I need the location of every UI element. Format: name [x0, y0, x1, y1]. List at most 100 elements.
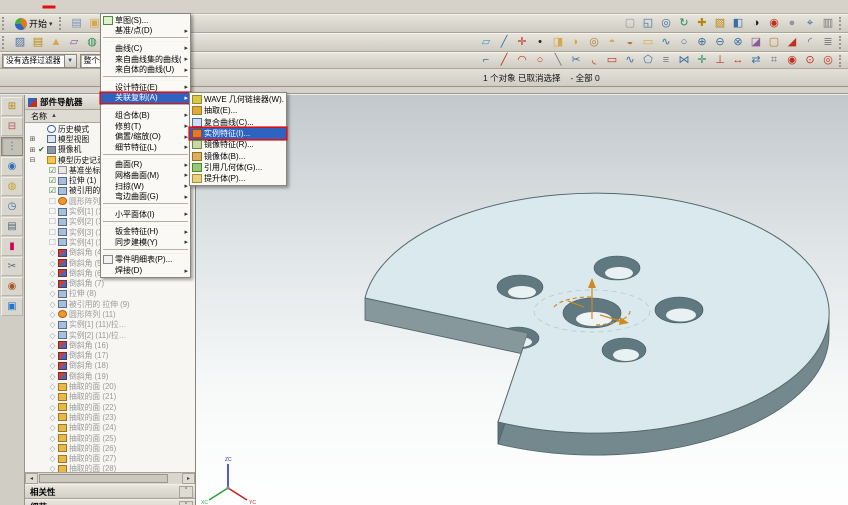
display-mode-icon[interactable]: ▢ [622, 17, 638, 31]
selection-filter-dropdown[interactable]: 没有选择过滤器 ▼ [2, 54, 77, 68]
suppress-checkbox[interactable]: ◇ [48, 361, 57, 370]
studio-spline-icon[interactable]: ∿ [622, 54, 638, 68]
suppress-checkbox[interactable]: ☐ [48, 228, 57, 237]
quick-trim-icon[interactable]: ✂ [568, 54, 584, 68]
insert-sketch[interactable]: 草图(S)... [101, 15, 190, 26]
insert-trim[interactable]: 修剪(T) [101, 121, 190, 132]
tree-row[interactable]: ◇ 倒斜角 (19) [25, 371, 195, 381]
circle-point-icon[interactable]: ⊙ [802, 54, 818, 68]
suppress-checkbox[interactable]: ☑ [48, 166, 57, 175]
mirror-feature[interactable]: 镜像特征(R)... [190, 139, 286, 150]
rectangle-icon[interactable]: ▭ [604, 54, 620, 68]
profile-icon[interactable]: ⌐ [478, 54, 494, 68]
show-constraints-icon[interactable]: ⌗ [766, 54, 782, 68]
offset-curve-icon[interactable]: ≡ [658, 54, 674, 68]
suppress-checkbox[interactable]: ◇ [48, 248, 57, 257]
insert-weld[interactable]: 焊接(D) [101, 265, 190, 276]
chevron-down-icon[interactable]: ▼ [64, 55, 76, 67]
thread-icon[interactable]: ≣ [820, 36, 836, 50]
insert-design-feature[interactable]: 设计特征(E) [101, 82, 190, 93]
face-analysis-icon[interactable]: ◉ [766, 17, 782, 31]
suppress-checkbox[interactable]: ◇ [48, 392, 57, 401]
scroll-left-icon[interactable]: ◂ [25, 473, 38, 484]
work-layer-icon[interactable]: ▥ [820, 17, 836, 31]
suppress-checkbox[interactable]: ◇ [48, 423, 57, 432]
suppress-checkbox[interactable]: ◇ [48, 372, 57, 381]
rotate-view-icon[interactable]: ↻ [676, 17, 692, 31]
extrude-icon[interactable]: ◨ [550, 36, 566, 50]
derived-line-icon[interactable]: ╲ [550, 54, 566, 68]
instance-feature[interactable]: 实例特征(I)... [190, 128, 286, 139]
suppress-checkbox[interactable]: ◇ [48, 269, 57, 278]
pan-view-icon[interactable]: ✚ [694, 17, 710, 31]
insert-curve-from-curves[interactable]: 来自曲线集的曲线(F) [101, 54, 190, 65]
history-icon[interactable]: ◷ [1, 197, 23, 216]
auto-constrain-icon[interactable]: ⇄ [748, 54, 764, 68]
disc-model[interactable]: ZC XC YC [196, 95, 848, 505]
insert-menu-item[interactable] [103, 154, 188, 159]
tree-row[interactable]: ◇ 抽取的面 (27) [25, 454, 195, 464]
subtract-icon[interactable]: ⊖ [712, 36, 728, 50]
datum-plane-icon[interactable]: ▱ [478, 36, 494, 50]
chevron-down-icon[interactable]: ˇ [179, 501, 193, 505]
reference-geometry[interactable]: 引用几何体(G)... [190, 162, 286, 173]
dimension-icon[interactable]: ↔ [730, 54, 746, 68]
tree-row[interactable]: ◇ 倒斜角 (16) [25, 340, 195, 350]
palette-icon[interactable]: ▮ [1, 237, 23, 256]
tree-row[interactable]: ◇ 倒斜角 (7) [25, 278, 195, 288]
tree-row[interactable]: ◇ 被引用的 拉伸 (9) [25, 299, 195, 309]
tree-row[interactable]: ◇ 抽取的面 (24) [25, 423, 195, 433]
suppress-checkbox[interactable]: ◇ [48, 289, 57, 298]
details-section[interactable]: 细节 ˇ [25, 499, 195, 505]
insert-detail-feature[interactable]: 细节特征(L) [101, 142, 190, 153]
suppress-checkbox[interactable]: ☐ [48, 217, 57, 226]
dependencies-section[interactable]: 相关性 ˇ [25, 484, 195, 499]
shell-icon[interactable]: ▢ [766, 36, 782, 50]
scene-icon[interactable]: ▣ [1, 297, 23, 316]
suppress-checkbox[interactable]: ☐ [48, 238, 57, 247]
tree-row[interactable]: ◇ 实例[1] (11)/拉… [25, 320, 195, 330]
insert-sweep[interactable]: 扫掠(W) [101, 181, 190, 192]
toolbar-grip[interactable] [839, 17, 846, 31]
intersection-point-icon[interactable]: ✛ [694, 54, 710, 68]
mirror-body[interactable]: 镜像体(B)... [190, 150, 286, 161]
line-icon[interactable]: ╱ [496, 54, 512, 68]
suppress-checkbox[interactable]: ✔ [37, 145, 46, 154]
toolbar-grip[interactable] [2, 17, 9, 31]
suppress-checkbox[interactable]: ◇ [48, 351, 57, 360]
suppress-checkbox[interactable]: ◇ [48, 279, 57, 288]
tree-row[interactable]: ◇ 拉伸 (8) [25, 289, 195, 299]
tree-row[interactable]: ◇ 抽取的面 (20) [25, 381, 195, 391]
roles-icon[interactable]: ◉ [1, 277, 23, 296]
expand-icon[interactable]: ⊟ [28, 156, 37, 164]
expand-icon[interactable]: ⊞ [28, 135, 37, 143]
constraint-navigator-icon[interactable]: ⊟ [1, 117, 23, 136]
hole-icon[interactable]: ◎ [586, 36, 602, 50]
insert-synchronous-modeling[interactable]: 同步建模(Y) [101, 237, 190, 248]
promote-body[interactable]: 提升体(P)... [190, 173, 286, 184]
tube-icon[interactable]: ○ [676, 36, 692, 50]
constraints-icon[interactable]: ⊥ [712, 54, 728, 68]
circle-icon[interactable]: ○ [532, 54, 548, 68]
suppress-checkbox[interactable]: ◇ [48, 403, 57, 412]
tree-row[interactable]: ◇ 抽取的面 (28) [25, 464, 195, 472]
brush-icon[interactable]: ▱ [66, 36, 82, 50]
tree-row[interactable]: ◇ 抽取的面 (26) [25, 443, 195, 453]
boss-icon[interactable]: ◓ [604, 36, 620, 50]
suppress-checkbox[interactable]: ◇ [48, 300, 57, 309]
insert-menu-item[interactable] [103, 76, 188, 81]
sketch-task-icon[interactable]: ▨ [12, 36, 28, 50]
datum-axis-icon[interactable]: ╱ [496, 36, 512, 50]
insert-menu-item[interactable] [103, 104, 188, 109]
suppress-checkbox[interactable]: ◇ [48, 413, 57, 422]
arc-icon[interactable]: ◠ [514, 54, 530, 68]
graphics-viewport[interactable]: ZC XC YC [196, 95, 848, 505]
insert-curve-from-bodies[interactable]: 来自体的曲线(U) [101, 64, 190, 75]
toolbar-grip[interactable] [839, 36, 846, 50]
insert-sheet-metal-feature[interactable]: 钣金特征(H) [101, 227, 190, 238]
new-file-icon[interactable]: ▤ [69, 17, 85, 31]
sequence-icon[interactable]: ▤ [1, 217, 23, 236]
toolbar-grip[interactable] [839, 55, 846, 67]
datum-csys-icon[interactable]: ✛ [514, 36, 530, 50]
toolbar-grip[interactable] [59, 17, 66, 31]
